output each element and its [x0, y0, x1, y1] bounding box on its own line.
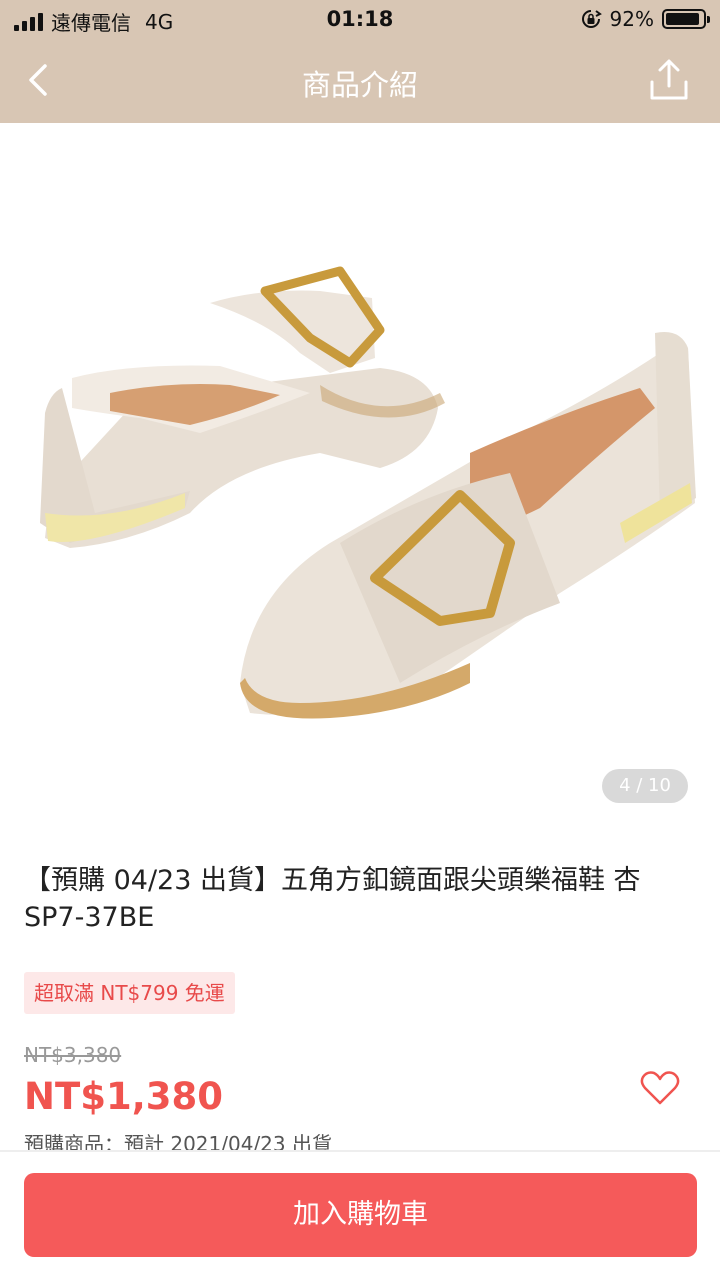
status-bar: 遠傳電信 4G 01:18 92% — [0, 0, 720, 40]
original-price: NT$3,380 — [24, 1043, 122, 1067]
page-title: 商品介紹 — [301, 68, 418, 102]
share-icon[interactable] — [648, 58, 690, 102]
add-to-cart-button[interactable]: 加入購物車 — [24, 1173, 697, 1257]
shipping-promo-badge: 超取滿 NT$799 免運 — [24, 972, 235, 1014]
shoe-back — [40, 266, 445, 548]
app-header: 遠傳電信 4G 01:18 92% 商品介紹 — [0, 0, 720, 123]
battery-percent: 92% — [609, 7, 654, 31]
rotation-lock-icon — [581, 10, 602, 28]
preorder-note: 預購商品：預計 2021/04/23 出貨 — [24, 1132, 332, 1150]
image-counter: 4 / 10 — [602, 769, 688, 803]
nav-bar: 商品介紹 — [0, 40, 720, 123]
sale-price: NT$1,380 — [24, 1075, 223, 1118]
product-image-gallery[interactable]: 4 / 10 — [0, 123, 720, 823]
battery-icon — [662, 9, 710, 29]
product-title: 【預購 04/23 出貨】五角方釦鏡面跟尖頭樂福鞋 杏 SP7-37BE — [24, 865, 641, 933]
bottom-divider — [0, 1150, 720, 1152]
status-right: 92% — [580, 7, 710, 31]
product-photo — [40, 266, 696, 719]
heart-icon[interactable] — [640, 1070, 680, 1106]
